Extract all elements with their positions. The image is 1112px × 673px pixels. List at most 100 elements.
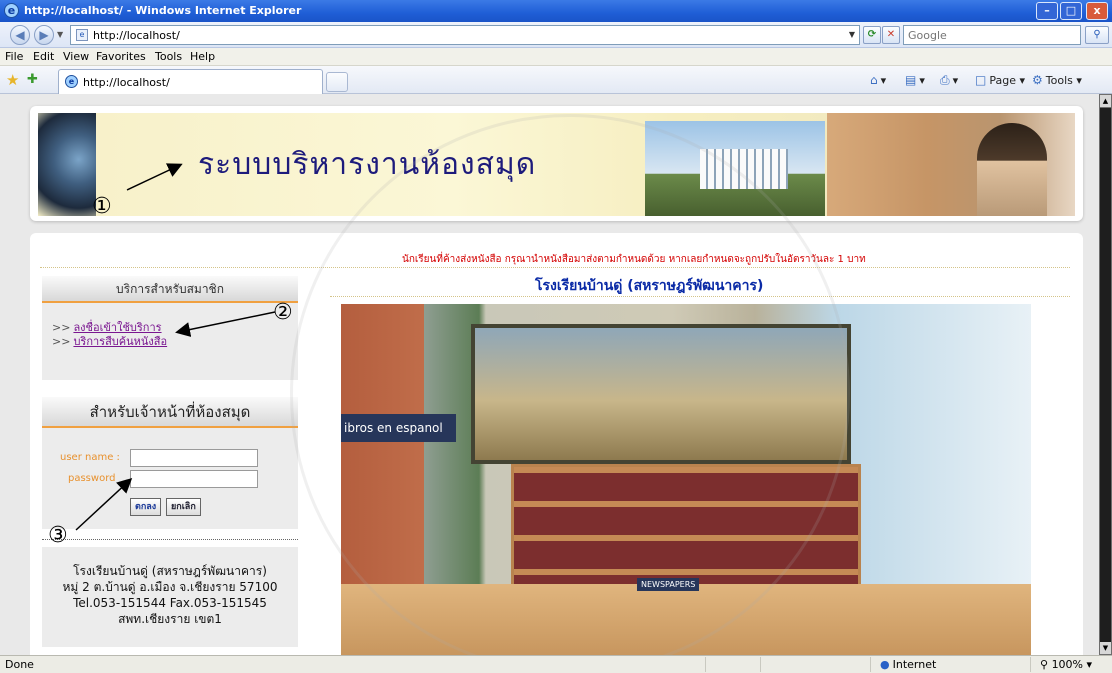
main-content-panel: นักเรียนที่ค้างส่งหนังสือ กรุณานำหนังสือ… xyxy=(30,233,1083,655)
book-search-link[interactable]: >> บริการสืบค้นหนังสือ xyxy=(52,335,298,349)
print-button[interactable]: ⎙ ▾ xyxy=(940,73,958,88)
forward-button[interactable]: ▶ xyxy=(34,25,54,45)
address-toolbar: ◀ ▶ ▼ e http://localhost/ ▼ ⟳ ✕ ⚲ xyxy=(0,22,1112,48)
library-photo: ibros en espanol NEWSPAPERS xyxy=(341,304,1031,655)
school-address-box: โรงเรียนบ้านดู่ (สหราษฎร์พัฒนาคาร) หมู่ … xyxy=(42,547,298,647)
globe-image xyxy=(38,113,96,216)
status-separator xyxy=(1030,657,1031,672)
zoom-control[interactable]: ⚲ 100% ▾ xyxy=(1040,658,1092,671)
search-input[interactable] xyxy=(908,27,1078,43)
status-separator xyxy=(760,657,761,672)
minimize-button[interactable]: – xyxy=(1036,2,1058,20)
stop-button[interactable]: ✕ xyxy=(882,26,900,44)
address-line-1: โรงเรียนบ้านดู่ (สหราษฎร์พัฒนาคาร) xyxy=(73,564,267,578)
scroll-up-icon[interactable]: ▲ xyxy=(1100,95,1111,107)
staff-login-box: สำหรับเจ้าหน้าที่ห้องสมุด user name : pa… xyxy=(42,397,298,529)
building-photo xyxy=(645,121,825,216)
mural-painting xyxy=(471,324,851,464)
history-dropdown-icon[interactable]: ▼ xyxy=(57,30,63,39)
username-input[interactable] xyxy=(130,449,258,467)
overdue-notice: นักเรียนที่ค้างส่งหนังสือ กรุณานำหนังสือ… xyxy=(402,254,866,265)
page-menu-label: Page xyxy=(989,74,1016,87)
page-icon: □ xyxy=(975,73,987,87)
vertical-scrollbar[interactable]: ▲ ▼ xyxy=(1099,94,1112,655)
back-button[interactable]: ◀ xyxy=(10,25,30,45)
feeds-button[interactable]: ▤ ▾ xyxy=(905,73,925,87)
counter-shelves xyxy=(341,584,1031,655)
divider xyxy=(42,539,298,540)
gear-icon: ⚙ xyxy=(1032,73,1043,87)
password-label: password xyxy=(68,473,116,484)
login-service-link[interactable]: >> ลงชื่อเข้าใช้บริการ xyxy=(52,321,298,335)
security-zone[interactable]: ● Internet xyxy=(880,658,936,671)
status-separator xyxy=(705,657,706,672)
tab-ie-icon: e xyxy=(65,75,78,88)
link-arrow: >> xyxy=(52,321,71,334)
ok-button[interactable]: ตกลง xyxy=(130,498,162,516)
cancel-button[interactable]: ยกเลิก xyxy=(166,498,201,516)
staff-login-title: สำหรับเจ้าหน้าที่ห้องสมุด xyxy=(89,403,251,421)
search-button[interactable]: ⚲ xyxy=(1085,26,1109,44)
refresh-button[interactable]: ⟳ xyxy=(863,26,881,44)
feeds-icon: ▤ xyxy=(905,73,917,87)
password-input[interactable] xyxy=(130,470,258,488)
menu-favorites[interactable]: Favorites xyxy=(96,50,146,63)
menu-help[interactable]: Help xyxy=(190,50,215,63)
login-service-label[interactable]: ลงชื่อเข้าใช้บริการ xyxy=(73,321,161,334)
close-button[interactable]: x xyxy=(1086,2,1108,20)
menu-bar: File Edit View Favorites Tools Help xyxy=(0,48,1112,66)
book-search-label[interactable]: บริการสืบค้นหนังสือ xyxy=(73,335,167,348)
scroll-thumb[interactable] xyxy=(1100,108,1111,648)
search-box[interactable] xyxy=(903,25,1081,45)
staff-login-header: สำหรับเจ้าหน้าที่ห้องสมุด xyxy=(42,397,298,428)
newspapers-sign: NEWSPAPERS xyxy=(637,578,700,591)
annotation-number-1: ① xyxy=(92,194,112,219)
menu-view[interactable]: View xyxy=(63,50,89,63)
menu-tools[interactable]: Tools xyxy=(155,50,182,63)
page-viewport: ระบบบริหารงานห้องสมุด นักเรียนที่ค้างส่ง… xyxy=(0,94,1099,655)
home-button[interactable]: ⌂ ▾ xyxy=(870,73,886,87)
member-links: >> ลงชื่อเข้าใช้บริการ >> บริการสืบค้นหนัง… xyxy=(42,303,298,349)
member-services-header: บริการสำหรับสมาชิก xyxy=(42,276,298,303)
address-line-4: สพท.เชียงราย เขต1 xyxy=(118,612,222,626)
address-dropdown-icon[interactable]: ▼ xyxy=(849,30,855,39)
divider xyxy=(330,296,1070,297)
tab-bar: ★ ✚ e http://localhost/ ⌂ ▾ ▤ ▾ ⎙ ▾ □ Page ▾… xyxy=(0,66,1112,94)
print-icon: ⎙ xyxy=(940,73,950,87)
tools-menu-label: Tools xyxy=(1045,74,1073,87)
page-icon: e xyxy=(76,29,88,41)
divider xyxy=(40,267,1070,268)
site-banner: ระบบบริหารงานห้องสมุด xyxy=(38,113,1075,216)
address-line-3: Tel.053-151544 Fax.053-151545 xyxy=(73,596,267,610)
scroll-down-icon[interactable]: ▼ xyxy=(1100,642,1111,654)
menu-edit[interactable]: Edit xyxy=(33,50,54,63)
page-menu-button[interactable]: □ Page ▾ xyxy=(975,73,1025,87)
status-separator xyxy=(870,657,871,672)
ie-logo-icon: e xyxy=(4,3,19,18)
zone-label: Internet xyxy=(892,658,937,671)
address-bar[interactable]: e http://localhost/ ▼ xyxy=(70,25,860,45)
member-services-box: บริการสำหรับสมาชิก >> ลงชื่อเข้าใช้บริการ… xyxy=(42,276,298,380)
menu-file[interactable]: File xyxy=(5,50,23,63)
reading-photo xyxy=(827,113,1075,216)
zoom-level: 100% xyxy=(1051,658,1084,671)
tools-menu-button[interactable]: ⚙ Tools ▾ xyxy=(1032,73,1082,87)
maximize-button[interactable]: □ xyxy=(1060,2,1082,20)
username-label: user name : xyxy=(60,452,120,463)
member-services-title: บริการสำหรับสมาชิก xyxy=(116,282,224,296)
building-shape xyxy=(700,149,788,189)
window-title-bar: e http://localhost/ - Windows Internet E… xyxy=(0,0,1112,22)
zoom-icon: ⚲ xyxy=(1040,658,1049,671)
add-favorites-icon[interactable]: ✚ xyxy=(27,72,38,87)
status-text: Done xyxy=(5,658,34,671)
banner-title: ระบบบริหารงานห้องสมุด xyxy=(198,147,537,182)
reader-figure xyxy=(977,123,1047,216)
address-url[interactable]: http://localhost/ xyxy=(93,29,180,42)
home-icon: ⌂ xyxy=(870,73,878,87)
tab-localhost[interactable]: e http://localhost/ xyxy=(58,69,323,94)
new-tab-button[interactable] xyxy=(326,72,348,92)
favorites-star-icon[interactable]: ★ xyxy=(6,71,19,89)
annotation-number-2: ② xyxy=(273,300,293,325)
site-header: ระบบบริหารงานห้องสมุด xyxy=(30,106,1083,221)
address-line-2: หมู่ 2 ต.บ้านดู่ อ.เมือง จ.เชียงราย 5710… xyxy=(62,580,278,594)
